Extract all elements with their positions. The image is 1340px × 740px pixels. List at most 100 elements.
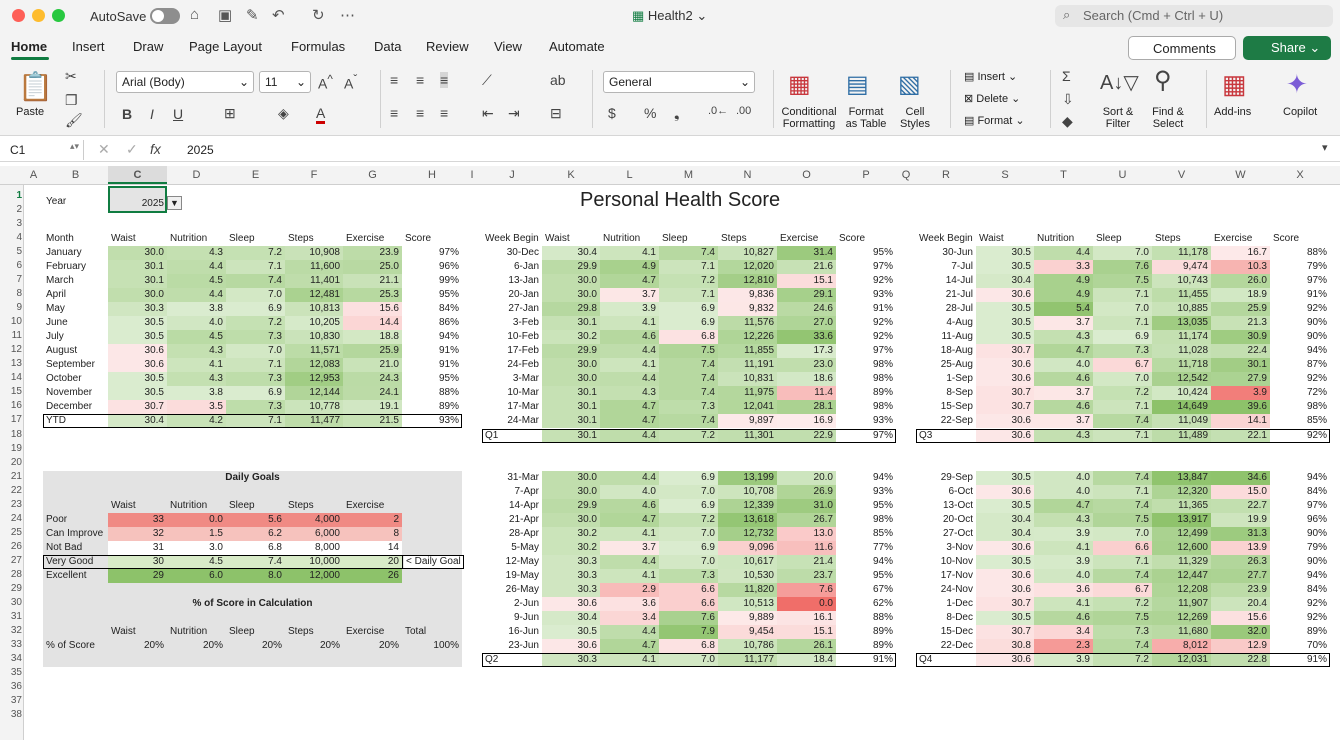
row-header[interactable]: 21 (0, 471, 22, 482)
copilot-icon[interactable]: ✦ (1286, 69, 1308, 100)
align-middle-icon[interactable]: ≡ (416, 72, 424, 88)
align-top-icon[interactable]: ≡ (390, 72, 398, 88)
row-header[interactable]: 19 (0, 443, 22, 454)
conditional-formatting-label[interactable]: Conditional Formatting (779, 106, 839, 130)
align-center-icon[interactable]: ≡ (416, 105, 424, 121)
copy-icon[interactable]: ❐ (65, 92, 78, 109)
row-header[interactable]: 15 (0, 386, 22, 397)
currency-icon[interactable]: $ (608, 105, 616, 121)
tab-data[interactable]: Data (374, 39, 401, 54)
clear-icon[interactable]: ◆ (1062, 113, 1073, 130)
redo-icon[interactable]: ↻ (312, 6, 325, 24)
column-header[interactable]: K (542, 169, 600, 181)
row-header[interactable]: 9 (0, 302, 22, 313)
row-header[interactable]: 12 (0, 344, 22, 355)
column-header[interactable]: E (226, 169, 285, 181)
row-header[interactable]: 3 (0, 218, 22, 229)
year-dropdown[interactable]: ▼ (167, 196, 182, 210)
column-header[interactable]: X (1270, 169, 1330, 181)
align-bottom-icon[interactable]: ≡ (440, 72, 449, 88)
row-header[interactable]: 35 (0, 667, 22, 678)
tab-page-layout[interactable]: Page Layout (189, 39, 262, 54)
insert-cells-button[interactable]: ▤ Insert ⌄ (964, 71, 1017, 83)
row-header[interactable]: 36 (0, 681, 22, 692)
underline-icon[interactable]: U (173, 106, 183, 122)
increase-indent-icon[interactable]: ⇥ (508, 105, 520, 122)
column-header[interactable]: F (285, 169, 343, 181)
row-header[interactable]: 34 (0, 653, 22, 664)
row-header[interactable]: 31 (0, 611, 22, 622)
column-header[interactable]: D (167, 169, 226, 181)
row-header[interactable]: 26 (0, 541, 22, 552)
undo-icon[interactable]: ↶ (272, 6, 285, 24)
name-box[interactable]: C1 ▴▾ (2, 140, 84, 160)
column-header[interactable]: T (1034, 169, 1093, 181)
cut-icon[interactable]: ✂ (65, 68, 77, 85)
row-header[interactable]: 10 (0, 316, 22, 327)
format-cells-button[interactable]: ▤ Format ⌄ (964, 115, 1025, 127)
tab-insert[interactable]: Insert (72, 39, 105, 54)
row-header[interactable]: 5 (0, 246, 22, 257)
format-as-table-icon[interactable]: ▤ (846, 70, 869, 99)
increase-font-icon[interactable]: A^ (318, 73, 333, 92)
paste-icon[interactable]: 📋 (18, 70, 53, 103)
row-header[interactable]: 24 (0, 513, 22, 524)
row-header[interactable]: 8 (0, 288, 22, 299)
row-header[interactable]: 16 (0, 400, 22, 411)
row-header[interactable]: 4 (0, 232, 22, 243)
column-header[interactable]: B (43, 169, 108, 181)
copilot-label[interactable]: Copilot (1283, 106, 1317, 118)
row-header[interactable]: 14 (0, 372, 22, 383)
align-right-icon[interactable]: ≡ (440, 105, 448, 121)
cell-styles-label[interactable]: Cell Styles (896, 106, 934, 130)
column-header[interactable]: C (108, 166, 167, 184)
merge-center-icon[interactable]: ⊟ (550, 105, 562, 122)
borders-icon[interactable]: ⊞ (224, 105, 236, 122)
column-header[interactable]: R (916, 169, 976, 181)
italic-icon[interactable]: I (150, 106, 154, 122)
comma-icon[interactable]: ❟ (674, 105, 680, 122)
row-header[interactable]: 2 (0, 204, 22, 215)
autosum-icon[interactable]: Σ (1062, 68, 1071, 84)
column-header[interactable]: N (718, 169, 777, 181)
search-input[interactable]: ⌕ Search (Cmd + Ctrl + U) (1055, 5, 1333, 27)
addins-icon[interactable]: ▦ (1222, 69, 1247, 100)
row-header[interactable]: 29 (0, 583, 22, 594)
row-header[interactable]: 27 (0, 555, 22, 566)
row-header[interactable]: 7 (0, 274, 22, 285)
column-header[interactable]: G (343, 169, 402, 181)
share-button[interactable]: Share ⌄ (1243, 36, 1331, 60)
format-as-table-label[interactable]: Format as Table (840, 106, 892, 130)
column-header[interactable]: I (462, 169, 482, 181)
row-header[interactable]: 32 (0, 625, 22, 636)
column-header[interactable]: U (1093, 169, 1152, 181)
confirm-entry-icon[interactable]: ✓ (126, 141, 138, 158)
column-header[interactable]: M (659, 169, 718, 181)
more-icon[interactable]: ⋯ (340, 6, 355, 24)
percent-icon[interactable]: % (644, 105, 656, 121)
column-header[interactable]: H (402, 169, 462, 181)
cancel-entry-icon[interactable]: ✕ (98, 141, 110, 158)
tab-view[interactable]: View (494, 39, 522, 54)
fill-icon[interactable]: ⇩ (1062, 91, 1074, 108)
close-window-button[interactable] (12, 9, 25, 22)
row-header[interactable]: 22 (0, 485, 22, 496)
row-header[interactable]: 38 (0, 709, 22, 720)
column-header[interactable]: V (1152, 169, 1211, 181)
tab-home[interactable]: Home (11, 39, 47, 54)
sort-filter-icon[interactable]: A↓▽ (1100, 70, 1139, 95)
font-color-icon[interactable]: A (316, 105, 326, 124)
column-header[interactable]: A (24, 169, 43, 181)
tab-review[interactable]: Review (426, 39, 469, 54)
decrease-decimal-icon[interactable]: .00 (736, 105, 751, 117)
column-header[interactable]: O (777, 169, 836, 181)
tab-draw[interactable]: Draw (133, 39, 163, 54)
row-header[interactable]: 1 (0, 190, 22, 201)
row-header[interactable]: 37 (0, 695, 22, 706)
insert-function-icon[interactable]: fx (150, 141, 161, 157)
find-select-label[interactable]: Find & Select (1148, 106, 1188, 130)
paste-label[interactable]: Paste (16, 106, 44, 118)
row-header[interactable]: 13 (0, 358, 22, 369)
number-format-select[interactable]: General ⌄ (603, 71, 755, 93)
tab-automate[interactable]: Automate (549, 39, 605, 54)
